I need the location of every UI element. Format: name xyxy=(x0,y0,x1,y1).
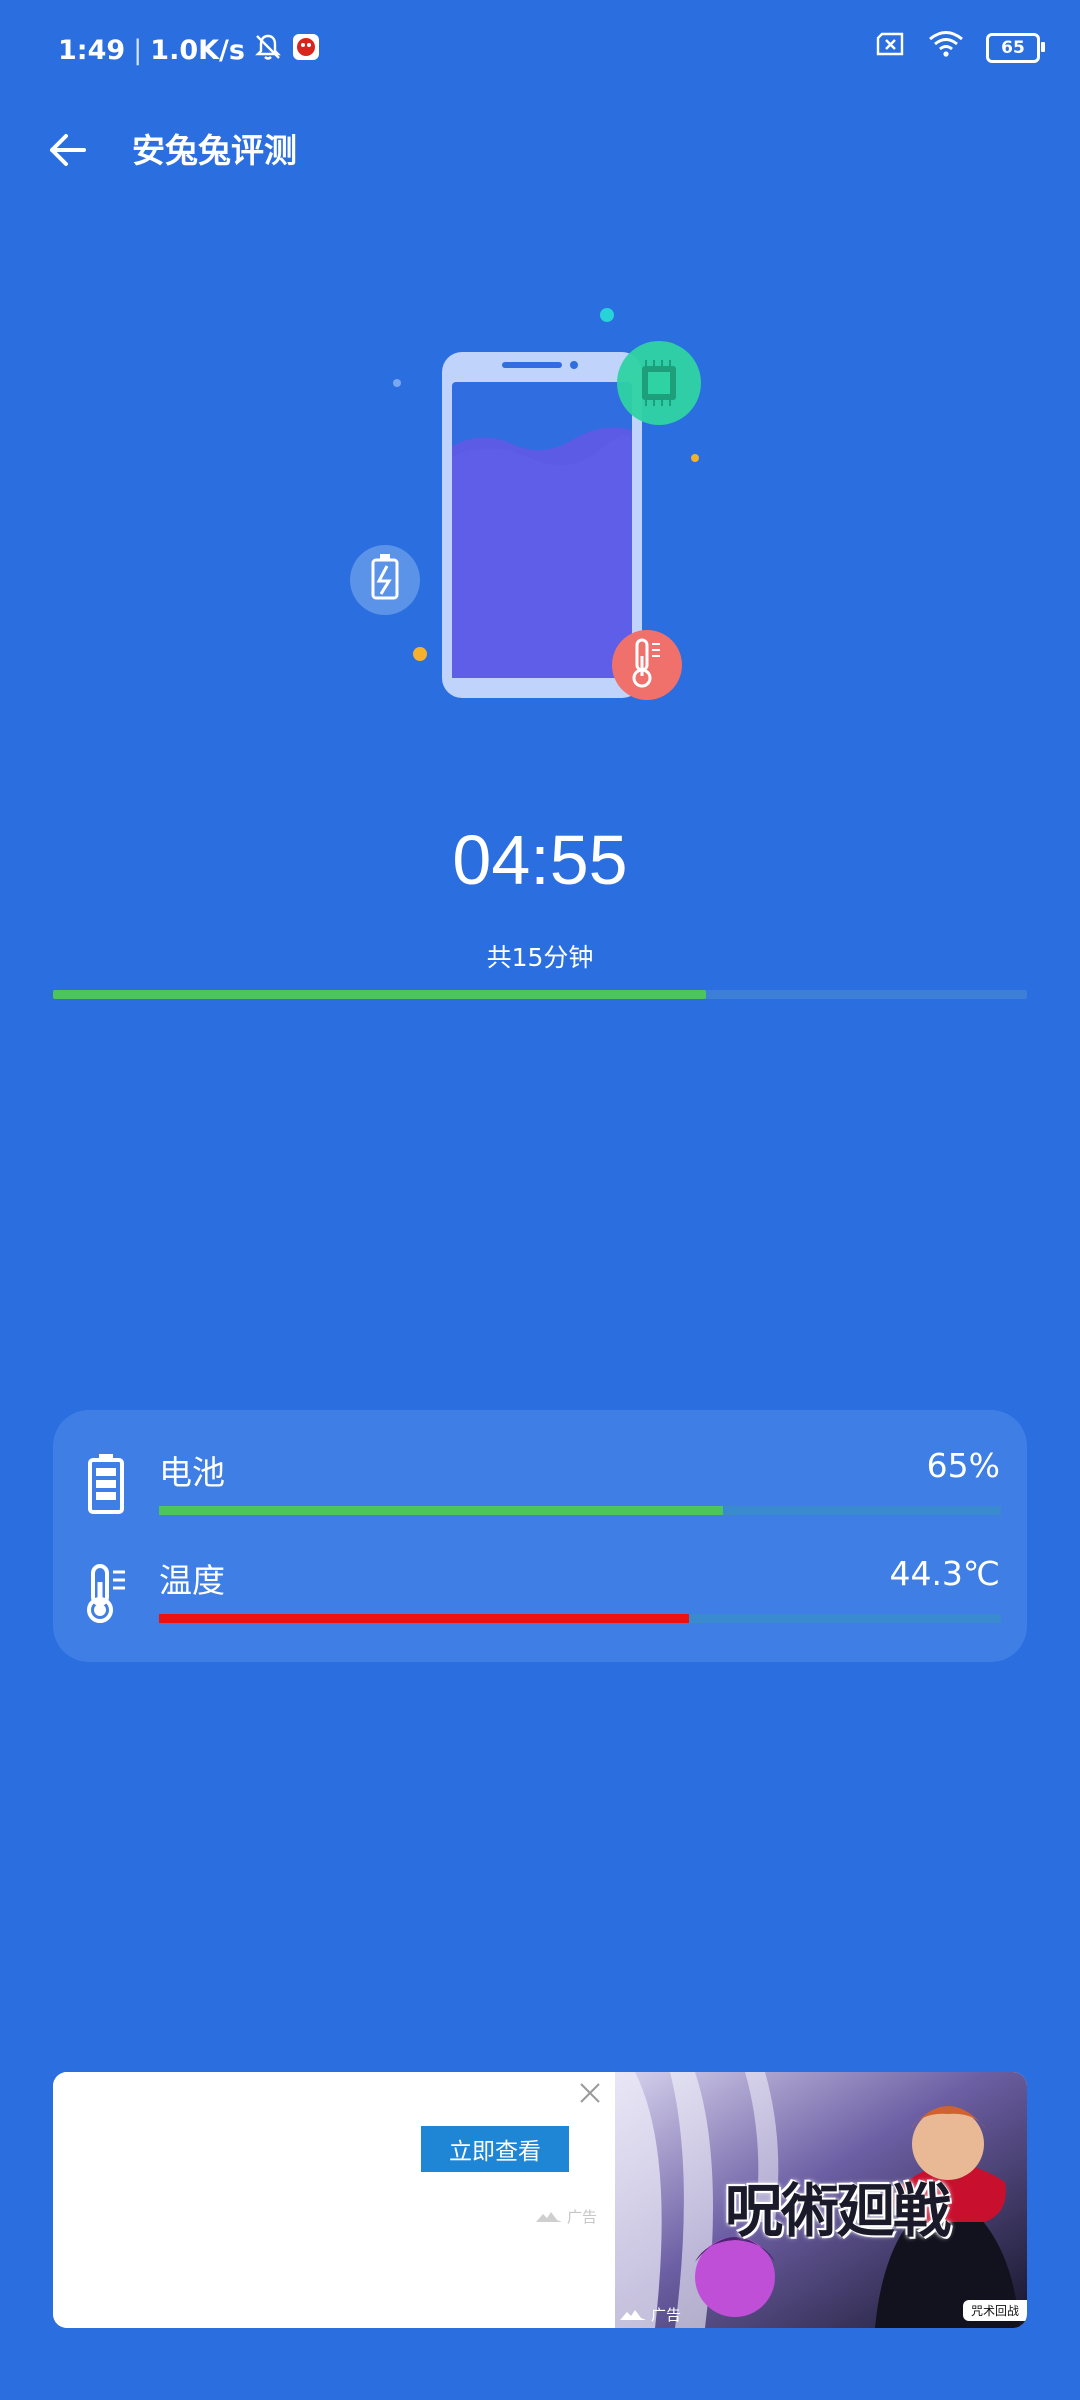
status-left: 1:49 | 1.0K/s xyxy=(58,32,321,69)
ad-banner[interactable]: 立即查看 广告 呪術廻戦 广告 咒术回战 xyxy=(53,2072,1027,2328)
status-network-speed: 1.0K/s xyxy=(150,35,245,66)
ad-logo-icon xyxy=(620,2309,646,2320)
elapsed-timer: 04:55 xyxy=(452,821,628,899)
close-icon xyxy=(580,2083,600,2103)
battery-icon xyxy=(83,1452,129,1516)
ad-mark-label: 广告 xyxy=(567,2208,598,2226)
thermometer-icon xyxy=(83,1560,129,1624)
back-button[interactable] xyxy=(36,118,100,182)
test-illustration xyxy=(340,290,740,730)
battery-stat-row: 电池 65% xyxy=(53,1440,1027,1550)
ad-text-panel: 立即查看 广告 xyxy=(53,2072,615,2328)
ad-image-badge: 咒术回战 xyxy=(962,2300,1027,2321)
app-notification-icon xyxy=(291,32,321,69)
temperature-label: 温度 xyxy=(159,1561,225,1600)
ad-image-title: 呪術廻戦 xyxy=(725,2177,951,2245)
test-progress-fill xyxy=(53,990,706,999)
status-time: 1:49 xyxy=(58,35,126,66)
ad-image[interactable]: 呪術廻戦 广告 咒术回战 xyxy=(615,2072,1027,2328)
arrow-left-icon xyxy=(50,134,86,166)
battery-level-fill xyxy=(159,1506,724,1515)
battery-level-bar xyxy=(159,1506,1001,1515)
battery-label: 电池 xyxy=(159,1453,225,1492)
ad-close-button[interactable] xyxy=(577,2080,603,2106)
screen: 1:49 | 1.0K/s 65 安兔兔评测 04:55 共15分钟 电池 65… xyxy=(0,0,1080,2400)
ad-cta-button[interactable]: 立即查看 xyxy=(421,2126,569,2172)
wifi-icon xyxy=(928,30,964,65)
stats-card: 电池 65% 温度 44.3℃ xyxy=(53,1410,1027,1662)
temperature-level-fill xyxy=(159,1614,690,1623)
total-duration-label: 共15分钟 xyxy=(486,943,594,972)
ad-mark: 广告 xyxy=(535,2206,597,2227)
ad-image-mark: 广告 xyxy=(619,2304,681,2325)
temperature-stat-row: 温度 44.3℃ xyxy=(53,1548,1027,1658)
status-separator: | xyxy=(133,35,143,66)
test-progress-bar xyxy=(53,990,1027,999)
no-sim-icon xyxy=(876,32,906,63)
ad-logo-icon xyxy=(536,2211,562,2222)
temperature-value: 44.3℃ xyxy=(889,1554,1000,1593)
ad-image-mark-label: 广告 xyxy=(651,2306,682,2324)
status-battery-icon: 65 xyxy=(986,32,1045,63)
battery-value: 65% xyxy=(926,1446,1000,1485)
temperature-level-bar xyxy=(159,1614,1001,1623)
bell-off-icon xyxy=(253,32,283,69)
status-bar: 1:49 | 1.0K/s 65 xyxy=(0,0,1080,100)
status-right: 65 xyxy=(876,30,1045,65)
page-title: 安兔兔评测 xyxy=(132,131,297,170)
app-bar: 安兔兔评测 xyxy=(0,100,1080,200)
